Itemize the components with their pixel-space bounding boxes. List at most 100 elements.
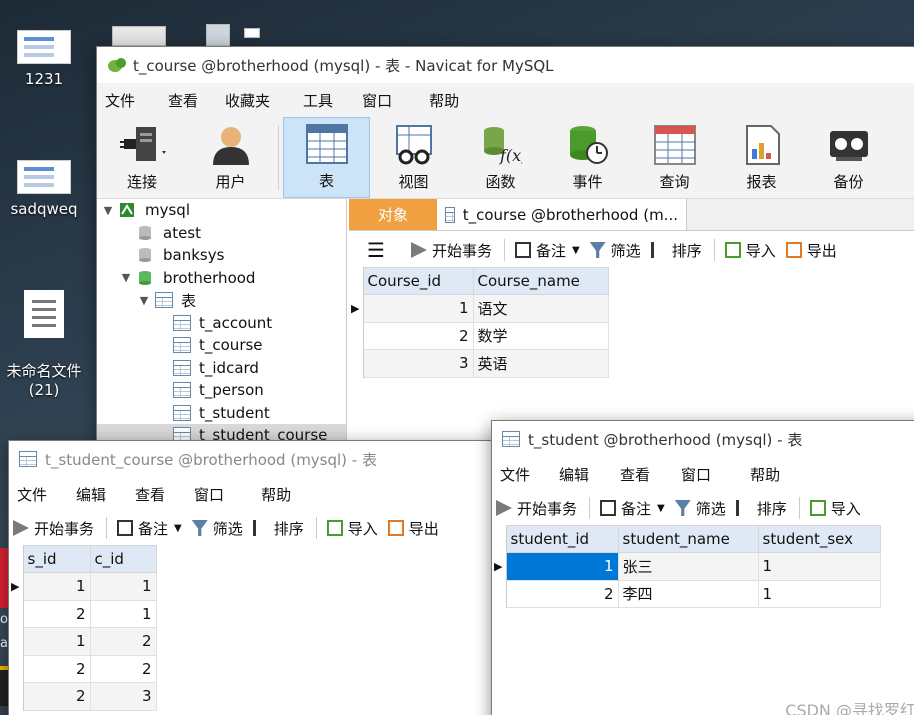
toolbar-user-button[interactable]: 用户 xyxy=(187,117,274,198)
menu-window[interactable]: 窗口 xyxy=(180,484,239,505)
memo-button[interactable]: 备注 ▼ xyxy=(117,518,182,539)
table-row[interactable]: ▶ 1 1 xyxy=(9,572,157,601)
menu-view[interactable]: 查看 xyxy=(121,484,180,505)
toolbar-function-button[interactable]: f(x) 函数 xyxy=(457,117,544,198)
chevron-down-icon[interactable]: ▼ xyxy=(174,523,182,534)
begin-transaction-button[interactable]: 开始事务 xyxy=(410,240,492,261)
menu-file[interactable]: 文件 xyxy=(9,484,62,505)
cell[interactable]: 2 xyxy=(505,579,619,608)
tab-objects[interactable]: 对象 xyxy=(349,199,437,230)
tree-table-item[interactable]: t_idcard xyxy=(97,357,346,380)
cell[interactable]: 1 xyxy=(89,572,157,601)
table-row[interactable]: 3 英语 xyxy=(349,349,609,378)
table-row[interactable]: 2 数学 xyxy=(349,321,609,350)
cell[interactable]: 3 xyxy=(362,349,474,378)
filter-button[interactable]: 筛选 xyxy=(589,240,641,261)
sort-button[interactable]: 排序 xyxy=(650,240,702,261)
window-titlebar[interactable]: t_course @brotherhood (mysql) - 表 - Navi… xyxy=(97,47,914,83)
tree-db-banksys[interactable]: banksys xyxy=(97,244,346,267)
window-titlebar[interactable]: t_student @brotherhood (mysql) - 表 xyxy=(492,421,914,457)
export-button[interactable]: 导出 xyxy=(387,518,439,539)
menu-window[interactable]: 窗口 xyxy=(348,90,407,111)
taskbar-app-icon[interactable] xyxy=(0,666,8,706)
filter-button[interactable]: 筛选 xyxy=(674,498,726,519)
cell[interactable]: 2 xyxy=(22,654,91,683)
cell[interactable]: 1 xyxy=(757,579,881,608)
cell[interactable]: 语文 xyxy=(472,294,609,323)
column-header[interactable]: c_id xyxy=(89,545,157,573)
column-header[interactable]: student_name xyxy=(617,525,759,553)
menu-view[interactable]: 查看 xyxy=(150,90,213,111)
sort-button[interactable]: 排序 xyxy=(252,518,304,539)
menu-file[interactable]: 文件 xyxy=(492,464,545,485)
memo-button[interactable]: 备注 ▼ xyxy=(514,240,580,261)
chevron-down-icon[interactable]: ▼ xyxy=(119,271,133,284)
column-header[interactable]: Course_name xyxy=(472,267,609,295)
table-row[interactable]: 21 xyxy=(9,599,157,628)
cell[interactable]: 2 xyxy=(89,654,157,683)
cell[interactable]: 1 xyxy=(22,572,91,601)
table-row[interactable]: 2 李四 1 xyxy=(492,579,881,608)
column-header[interactable]: student_sex xyxy=(757,525,881,553)
table-row[interactable]: 22 xyxy=(9,654,157,683)
import-button[interactable]: 导入 xyxy=(326,518,378,539)
import-button[interactable]: 导入 xyxy=(724,240,776,261)
tree-tables-folder[interactable]: ▼ 表 xyxy=(97,289,346,312)
column-header[interactable]: s_id xyxy=(22,545,91,573)
menu-edit[interactable]: 编辑 xyxy=(545,464,604,485)
cell[interactable]: 2 xyxy=(362,321,474,350)
desktop-icon-unnamed-file[interactable]: 未命名文件 (21) xyxy=(2,272,86,417)
column-header[interactable]: student_id xyxy=(505,525,619,553)
cell[interactable]: 李四 xyxy=(617,579,759,608)
tree-db-atest[interactable]: atest xyxy=(97,222,346,245)
cell[interactable]: 2 xyxy=(22,599,91,628)
cell[interactable]: 2 xyxy=(22,682,91,711)
table-row[interactable]: ▶ 1 张三 1 xyxy=(492,552,881,581)
window-titlebar[interactable]: t_student_course @brotherhood (mysql) - … xyxy=(9,441,497,477)
menu-help[interactable]: 帮助 xyxy=(239,484,306,505)
menu-help[interactable]: 帮助 xyxy=(726,464,795,485)
tree-table-item[interactable]: t_course xyxy=(97,334,346,357)
toolbar-view-button[interactable]: 视图 xyxy=(370,117,457,198)
menu-file[interactable]: 文件 xyxy=(97,90,150,111)
menu-favorites[interactable]: 收藏夹 xyxy=(213,90,285,111)
toolbar-table-button[interactable]: 表 xyxy=(283,117,370,198)
tree-table-item[interactable]: t_account xyxy=(97,312,346,335)
menu-icon[interactable]: ☰ xyxy=(367,238,385,262)
toolbar-query-button[interactable]: 查询 xyxy=(631,117,718,198)
chevron-down-icon[interactable]: ▼ xyxy=(572,245,580,256)
desktop-icon-1231[interactable]: 1231 xyxy=(6,30,82,88)
menu-help[interactable]: 帮助 xyxy=(407,90,474,111)
toolbar-connect-button[interactable]: 连接 xyxy=(97,117,187,198)
cell-selected[interactable]: 1 xyxy=(505,552,619,581)
toolbar-event-button[interactable]: 事件 xyxy=(544,117,631,198)
column-header[interactable]: Course_id xyxy=(362,267,474,295)
toolbar-report-button[interactable]: 报表 xyxy=(718,117,805,198)
export-button[interactable]: 导出 xyxy=(785,240,837,261)
chevron-down-icon[interactable]: ▼ xyxy=(137,294,151,307)
cell[interactable]: 2 xyxy=(89,627,157,656)
cell[interactable]: 1 xyxy=(757,552,881,581)
cell[interactable]: 英语 xyxy=(472,349,609,378)
table-row[interactable]: ▶ 1 语文 xyxy=(349,294,609,323)
desktop-icon-sadqweq[interactable]: sadqweq xyxy=(6,160,82,218)
begin-transaction-button[interactable]: 开始事务 xyxy=(13,518,94,539)
tree-table-item[interactable]: t_student xyxy=(97,402,346,425)
menu-tools[interactable]: 工具 xyxy=(285,90,348,111)
cell[interactable]: 1 xyxy=(22,627,91,656)
cell[interactable]: 数学 xyxy=(472,321,609,350)
chevron-down-icon[interactable]: ▼ xyxy=(657,503,665,514)
taskbar-app-icon[interactable] xyxy=(0,548,8,608)
menu-edit[interactable]: 编辑 xyxy=(62,484,121,505)
table-row[interactable]: 12 xyxy=(9,627,157,656)
tree-connection-mysql[interactable]: ▼ mysql xyxy=(97,199,346,222)
table-row[interactable]: 23 xyxy=(9,682,157,711)
sort-button[interactable]: 排序 xyxy=(735,498,787,519)
cell[interactable]: 张三 xyxy=(617,552,759,581)
cell[interactable]: 1 xyxy=(362,294,474,323)
menu-view[interactable]: 查看 xyxy=(604,464,665,485)
begin-transaction-button[interactable]: 开始事务 xyxy=(496,498,577,519)
cell[interactable]: 1 xyxy=(89,599,157,628)
toolbar-backup-button[interactable]: 备份 xyxy=(805,117,892,198)
memo-button[interactable]: 备注 ▼ xyxy=(600,498,665,519)
